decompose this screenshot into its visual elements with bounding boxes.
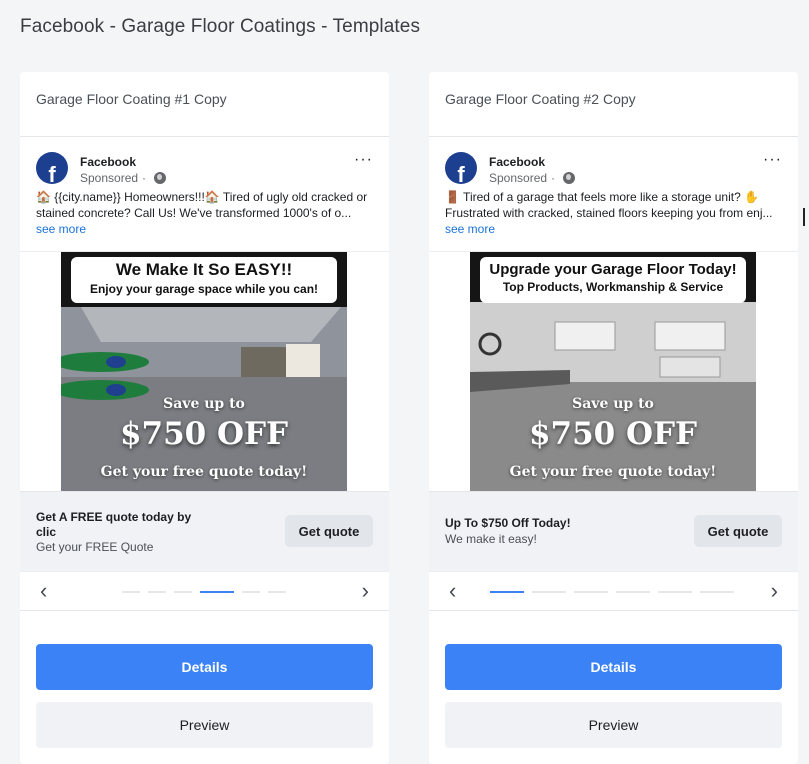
sponsored-label: Sponsored ·	[80, 171, 167, 185]
ad-image: Upgrade your Garage Floor Today! Top Pro…	[429, 251, 798, 492]
ad-headline-box: Upgrade your Garage Floor Today! Top Pro…	[480, 257, 746, 303]
more-options-icon[interactable]: ···	[354, 151, 373, 169]
carousel-dot[interactable]	[700, 591, 734, 593]
template-card-2: Garage Floor Coating #2 Copy f Facebook …	[429, 72, 798, 764]
preview-button[interactable]: Preview	[445, 702, 782, 748]
carousel-dot[interactable]	[532, 591, 566, 593]
facebook-logo-icon: f	[445, 152, 477, 184]
cta-description: Get your FREE Quote	[36, 540, 154, 554]
carousel-dot[interactable]	[268, 591, 286, 593]
ad-creative: We Make It So EASY!! Enjoy your garage s…	[61, 252, 347, 492]
carousel-indicator	[490, 591, 734, 593]
globe-icon	[563, 172, 576, 184]
template-card-1: Garage Floor Coating #1 Copy f Facebook …	[20, 72, 389, 764]
get-quote-button[interactable]: Get quote	[285, 515, 373, 547]
carousel-dot[interactable]	[122, 591, 140, 593]
carousel-dot[interactable]	[616, 591, 650, 593]
cta-description: We make it easy!	[445, 532, 537, 546]
details-button[interactable]: Details	[36, 644, 373, 690]
ad-headline: We Make It So EASY!!	[115, 260, 293, 279]
promo-line-2: $750 OFF	[528, 416, 698, 452]
get-quote-button[interactable]: Get quote	[694, 515, 782, 547]
carousel-nav: ‹ ›	[429, 571, 798, 611]
post-body-text: 🏠 {{city.name}} Homeowners!!!🏠 Tired of …	[36, 190, 368, 236]
promo-line-3: Get your free quote today!	[509, 464, 717, 480]
preview-button[interactable]: Preview	[36, 702, 373, 748]
see-more-link[interactable]: see more	[445, 222, 495, 236]
carousel-indicator	[122, 591, 286, 593]
template-name: Garage Floor Coating #1 Copy	[20, 72, 389, 137]
chevron-right-icon[interactable]: ›	[771, 580, 778, 602]
facebook-logo-icon: f	[36, 152, 68, 184]
ad-headline: Upgrade your Garage Floor Today!	[489, 261, 737, 278]
cta-bar: Get A FREE quote today by clic Get your …	[20, 491, 389, 571]
post-header: f Facebook Sponsored · ···	[429, 137, 798, 189]
ad-subheadline: Top Products, Workmanship & Service	[502, 280, 724, 294]
globe-icon	[154, 172, 167, 184]
template-name: Garage Floor Coating #2 Copy	[429, 72, 798, 137]
chevron-left-icon[interactable]: ‹	[40, 580, 47, 602]
cta-title: Get A FREE quote today by clic	[36, 510, 192, 539]
mouse-cursor	[803, 208, 809, 226]
post-header: f Facebook Sponsored · ···	[20, 137, 389, 189]
chevron-left-icon[interactable]: ‹	[449, 580, 456, 602]
page-title: Facebook - Garage Floor Coatings - Templ…	[20, 16, 421, 37]
carousel-dot-active[interactable]	[200, 591, 234, 593]
see-more-link[interactable]: see more	[36, 222, 86, 236]
promo-line-1: Save up to	[572, 396, 654, 412]
carousel-nav: ‹ ›	[20, 571, 389, 611]
carousel-dot-active[interactable]	[490, 591, 524, 593]
ad-subheadline: Enjoy your garage space while you can!	[89, 282, 319, 296]
carousel-dot[interactable]	[574, 591, 608, 593]
ad-image: We Make It So EASY!! Enjoy your garage s…	[20, 251, 389, 492]
carousel-dot[interactable]	[658, 591, 692, 593]
promo-line-3: Get your free quote today!	[100, 464, 308, 480]
promo-line-1: Save up to	[163, 396, 245, 412]
carousel-dot[interactable]	[174, 591, 192, 593]
cta-title: Up To $750 Off Today!	[445, 516, 571, 530]
carousel-dot[interactable]	[242, 591, 260, 593]
ad-headline-box: We Make It So EASY!! Enjoy your garage s…	[71, 257, 337, 303]
cta-bar: Up To $750 Off Today! We make it easy! G…	[429, 491, 798, 571]
promo-line-2: $750 OFF	[119, 416, 289, 452]
page-name: Facebook	[489, 155, 546, 169]
details-button[interactable]: Details	[445, 644, 782, 690]
page-name: Facebook	[80, 155, 137, 169]
ad-creative: Upgrade your Garage Floor Today! Top Pro…	[470, 252, 756, 492]
sponsored-label: Sponsored ·	[489, 171, 576, 185]
carousel-dot[interactable]	[148, 591, 166, 593]
chevron-right-icon[interactable]: ›	[362, 580, 369, 602]
post-body-text: 🚪 Tired of a garage that feels more like…	[445, 190, 773, 236]
more-options-icon[interactable]: ···	[763, 151, 782, 169]
